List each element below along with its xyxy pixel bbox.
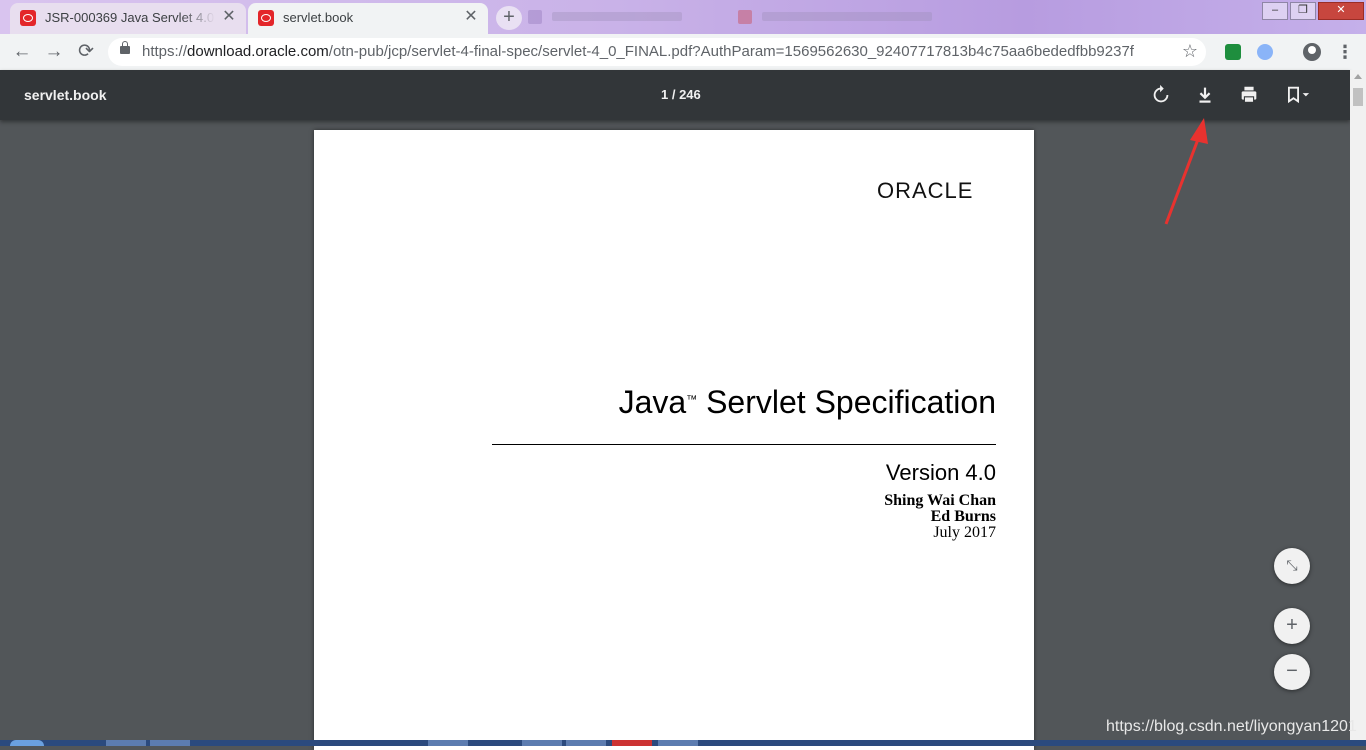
- watermark: https://blog.csdn.net/liyongyan1201: [1106, 718, 1357, 735]
- tab-title: JSR-000369 Java Servlet 4.0 Sp: [45, 10, 215, 25]
- browser-toolbar: ← → ⟳ https://download.oracle.com/otn-pu…: [0, 34, 1366, 71]
- address-bar[interactable]: https://download.oracle.com/otn-pub/jcp/…: [108, 38, 1206, 66]
- print-icon[interactable]: [1238, 84, 1260, 106]
- scroll-up-icon[interactable]: [1354, 74, 1362, 79]
- pdf-title: servlet.book: [24, 87, 107, 103]
- document-date: July 2017: [933, 524, 996, 541]
- rotate-icon[interactable]: [1150, 84, 1172, 106]
- vertical-scrollbar[interactable]: [1350, 70, 1366, 740]
- pdf-page: ORACLE Java™ Servlet Specification Versi…: [314, 130, 1034, 750]
- menu-kebab-icon[interactable]: ⋮: [1336, 40, 1354, 64]
- extension-icon[interactable]: [1257, 44, 1273, 60]
- tab-strip: JSR-000369 Java Servlet 4.0 Sp ✕ servlet…: [0, 0, 1366, 34]
- forward-icon[interactable]: →: [42, 41, 66, 63]
- document-version: Version 4.0: [885, 460, 996, 485]
- scroll-thumb[interactable]: [1353, 88, 1363, 106]
- new-tab-button[interactable]: +: [496, 6, 522, 30]
- minimize-icon[interactable]: –: [1262, 2, 1288, 20]
- annotation-arrow: [1164, 118, 1208, 225]
- lock-icon: [120, 41, 130, 54]
- tab-title: servlet.book: [283, 10, 354, 25]
- download-icon[interactable]: [1194, 84, 1216, 106]
- close-icon[interactable]: ✕: [462, 8, 480, 26]
- window-close-icon[interactable]: ✕: [1318, 2, 1364, 20]
- close-icon[interactable]: ✕: [220, 8, 238, 26]
- bookmark-menu-icon[interactable]: [1284, 84, 1314, 106]
- background-tab[interactable]: [528, 8, 708, 26]
- zoom-in-icon[interactable]: +: [1274, 608, 1310, 644]
- pdf-toolbar: servlet.book 1 / 246: [0, 70, 1350, 120]
- taskbar: [0, 740, 1366, 746]
- restore-icon[interactable]: ❐: [1290, 2, 1316, 20]
- fit-to-page-icon[interactable]: ⤡: [1274, 548, 1310, 584]
- title-rule: [492, 444, 996, 445]
- tab-jsr-spec[interactable]: JSR-000369 Java Servlet 4.0 Sp ✕: [10, 3, 246, 34]
- page-indicator[interactable]: 1 / 246: [661, 87, 701, 102]
- profile-avatar-icon[interactable]: [1303, 43, 1321, 61]
- bookmark-star-icon[interactable]: ☆: [1182, 41, 1198, 62]
- background-tab[interactable]: [738, 8, 958, 26]
- back-icon[interactable]: ←: [10, 41, 34, 63]
- zoom-out-icon[interactable]: −: [1274, 654, 1310, 690]
- window-controls: – ❐ ✕: [1260, 0, 1364, 20]
- reload-icon[interactable]: ⟳: [74, 41, 98, 63]
- extension-icon[interactable]: [1225, 44, 1241, 60]
- oracle-favicon-icon: [258, 10, 274, 26]
- document-title: Java™ Servlet Specification: [618, 384, 996, 420]
- oracle-logo: ORACLE: [877, 178, 974, 203]
- tab-servlet-book[interactable]: servlet.book ✕: [248, 3, 488, 34]
- oracle-favicon-icon: [20, 10, 36, 26]
- url-text[interactable]: https://download.oracle.com/otn-pub/jcp/…: [142, 43, 1152, 60]
